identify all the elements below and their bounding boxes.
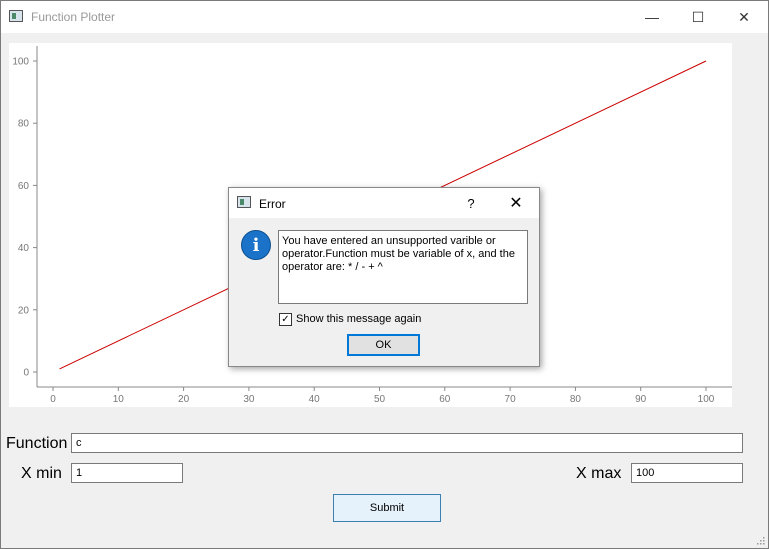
dialog-close-button[interactable]: ✕ [501,188,531,218]
window-title: Function Plotter [31,10,116,24]
x-tick-label: 40 [309,394,321,405]
dialog-app-icon [237,196,251,208]
info-icon: i [241,230,271,260]
x-tick-label: 30 [243,394,255,405]
dialog-title: Error [259,197,286,211]
x-tick-label: 50 [374,394,386,405]
error-dialog: Error ? ✕ i You have entered an unsuppor… [228,187,540,367]
help-icon: ? [467,195,475,211]
x-tick-label: 20 [178,394,190,405]
help-button[interactable]: ? [463,188,479,218]
xmin-input[interactable]: 1 [71,463,183,483]
checkmark-icon: ✓ [281,313,290,325]
y-tick-label: 80 [18,119,30,130]
x-tick-label: 100 [698,394,715,405]
ok-button[interactable]: OK [347,334,420,356]
xmin-label: X min [21,465,62,482]
maximize-icon: ☐ [691,8,705,25]
submit-button[interactable]: Submit [333,494,441,522]
y-tick-label: 100 [12,57,29,68]
minimize-icon: — [645,9,659,25]
y-tick-label: 60 [18,181,30,192]
xmax-input[interactable]: 100 [631,463,743,483]
x-tick-label: 10 [113,394,125,405]
x-tick-label: 90 [635,394,647,405]
error-message: You have entered an unsupported varible … [278,230,528,304]
title-bar[interactable]: Function Plotter — ☐ ✕ [1,1,768,33]
close-icon: ✕ [738,8,750,25]
x-tick-label: 60 [439,394,451,405]
function-label: Function [6,435,68,452]
y-tick-label: 20 [18,305,30,316]
x-tick-label: 0 [50,394,56,405]
maximize-button[interactable]: ☐ [675,1,721,33]
function-input[interactable]: c [71,433,743,453]
dialog-title-bar[interactable]: Error ? ✕ [229,188,539,218]
y-tick-label: 40 [18,243,30,254]
x-tick-label: 80 [570,394,582,405]
close-button[interactable]: ✕ [721,1,767,33]
app-icon [9,10,23,22]
y-tick-label: 0 [23,368,29,379]
close-icon: ✕ [509,195,523,212]
show-again-label[interactable]: Show this message again [296,313,421,325]
x-tick-label: 70 [505,394,517,405]
xmax-label: X max [576,465,622,482]
show-again-checkbox[interactable]: ✓ [279,313,292,326]
minimize-button[interactable]: — [629,1,675,33]
resize-grip-icon[interactable] [757,537,765,545]
